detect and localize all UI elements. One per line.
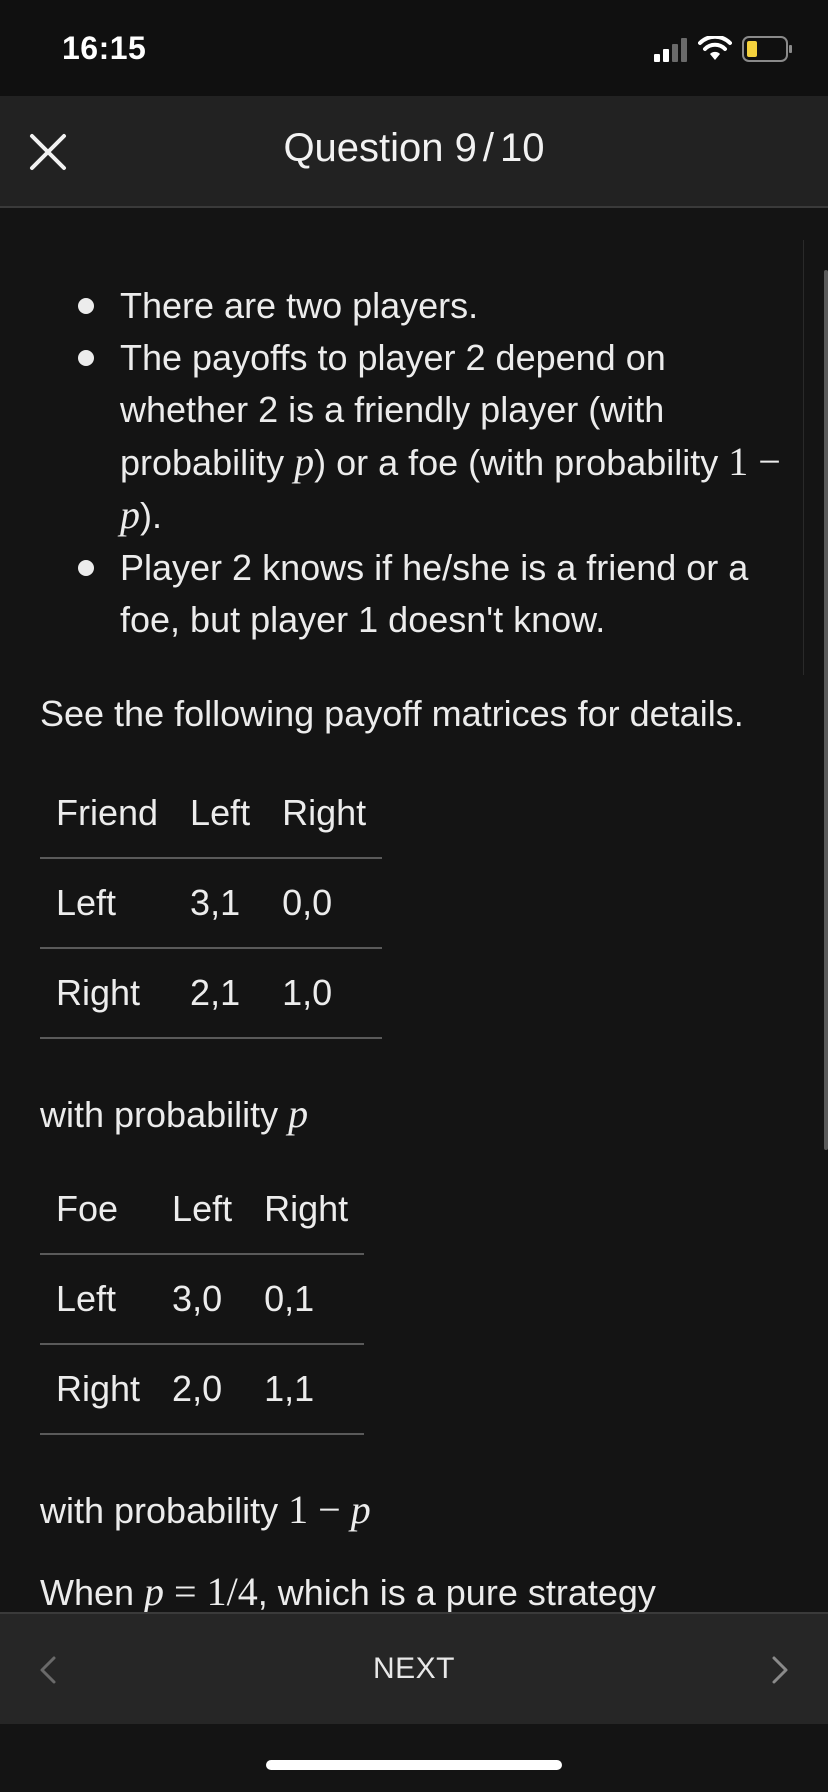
table-header-cell: Left <box>174 768 267 859</box>
table-cell: 2,0 <box>156 1344 249 1435</box>
next-button[interactable]: NEXT <box>0 1652 828 1686</box>
table-row: Right 2,0 1,1 <box>40 1344 365 1435</box>
question-content[interactable]: There are two players. The payoffs to pl… <box>0 210 828 1612</box>
scrollbar[interactable] <box>824 270 828 1150</box>
table-cell: Right <box>40 948 175 1039</box>
table-cell: Left <box>40 1254 157 1345</box>
table-cell: 0,0 <box>266 858 383 949</box>
table-cell: Right <box>40 1344 157 1435</box>
table-header-cell: Foe <box>40 1164 157 1255</box>
question-label: Question <box>283 126 444 170</box>
table-row: Left 3,1 0,0 <box>40 858 383 949</box>
chevron-right-icon[interactable] <box>768 1652 792 1688</box>
intro-text: See the following payoff matrices for de… <box>40 693 744 734</box>
table-header-cell: Left <box>156 1164 249 1255</box>
list-item: There are two players. <box>40 280 790 332</box>
table-row: Left 3,0 0,1 <box>40 1254 365 1345</box>
home-area <box>0 1724 828 1792</box>
battery-icon <box>742 36 792 62</box>
table-header-cell: Friend <box>40 768 175 859</box>
math-variable: p <box>294 439 315 484</box>
friend-caption: with probability p <box>40 1091 309 1136</box>
wifi-icon <box>698 36 732 60</box>
foe-caption: with probability 1 − p <box>40 1487 371 1532</box>
bottom-navigation: NEXT <box>0 1612 828 1724</box>
table-cell: 3,0 <box>156 1254 249 1345</box>
home-indicator[interactable] <box>266 1760 562 1770</box>
table-row: Right 2,1 1,0 <box>40 948 383 1039</box>
question-text: When p = 1/4, which is a pure strategy <box>40 1569 656 1612</box>
friend-payoff-table: Friend Left Right Left 3,1 0,0 Right 2,1… <box>40 768 383 1039</box>
math-variable: p <box>144 1569 165 1612</box>
table-cell: 1,0 <box>266 948 383 1039</box>
table-header-cell: Right <box>266 768 383 859</box>
table-cell: 1,1 <box>248 1344 365 1435</box>
status-bar: 16:15 <box>0 0 828 96</box>
scroll-track <box>803 240 804 675</box>
math-variable: p <box>288 1091 309 1136</box>
question-current: 9 <box>454 126 477 170</box>
question-total: 10 <box>500 126 545 170</box>
math-variable: p <box>120 492 140 537</box>
table-header-cell: Right <box>248 1164 365 1255</box>
question-header: Question 9/10 <box>0 96 828 208</box>
math-expression: = 1/4 <box>164 1569 258 1612</box>
list-item: Player 2 knows if he/she is a friend or … <box>40 542 790 646</box>
list-item: The payoffs to player 2 depend on whethe… <box>40 332 790 542</box>
table-header-row: Foe Left Right <box>40 1164 365 1255</box>
question-counter: Question 9/10 <box>0 126 828 171</box>
table-cell: 0,1 <box>248 1254 365 1345</box>
status-time: 16:15 <box>62 30 147 66</box>
math-variable: p <box>350 1487 371 1532</box>
table-cell: Left <box>40 858 175 949</box>
table-header-row: Friend Left Right <box>40 768 383 859</box>
rules-list: There are two players. The payoffs to pl… <box>40 280 790 646</box>
math-expression: 1 − <box>288 1487 351 1532</box>
table-cell: 2,1 <box>174 948 267 1039</box>
math-expression: 1 − <box>728 439 781 484</box>
table-cell: 3,1 <box>174 858 267 949</box>
foe-payoff-table: Foe Left Right Left 3,0 0,1 Right 2,0 1,… <box>40 1164 365 1435</box>
question-separator: / <box>482 126 495 170</box>
cellular-signal-icon <box>654 38 687 62</box>
